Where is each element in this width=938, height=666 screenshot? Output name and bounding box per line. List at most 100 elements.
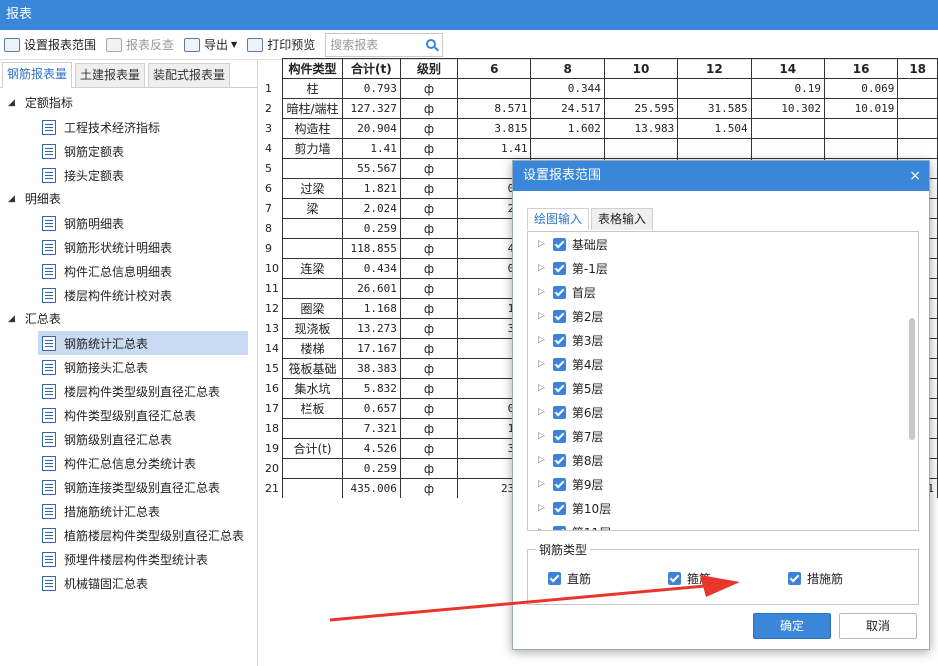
checkbox-checked-icon[interactable]	[552, 357, 566, 371]
table-cell[interactable]: ф	[399, 218, 459, 239]
column-header[interactable]: 18	[897, 58, 938, 79]
tree-item[interactable]: 钢筋接头汇总表	[0, 355, 257, 379]
table-cell[interactable]: 24.517	[530, 98, 605, 119]
tree-item[interactable]: 楼层构件统计校对表	[0, 283, 257, 307]
table-cell[interactable]: 合计(t)	[282, 438, 343, 459]
table-cell[interactable]	[282, 418, 343, 439]
table-cell[interactable]: 1.168	[341, 298, 401, 319]
table-cell[interactable]: 435.006	[341, 478, 401, 498]
checkbox-checked-icon[interactable]	[552, 501, 566, 515]
column-header[interactable]: 合计(t)	[341, 58, 401, 79]
tree-item[interactable]: 预埋件楼层构件类型统计表	[0, 547, 257, 571]
table-cell[interactable]: ф	[399, 338, 459, 359]
table-cell[interactable]: 25.595	[603, 98, 679, 119]
tree-item[interactable]: 接头定额表	[0, 163, 257, 187]
table-cell[interactable]	[750, 118, 825, 139]
print-preview-button[interactable]: 打印预览	[247, 33, 315, 57]
expand-arrow-icon[interactable]: ▷	[538, 383, 545, 393]
table-cell[interactable]	[897, 118, 938, 139]
table-cell[interactable]: 3.815	[457, 118, 532, 139]
straight-rebar-checkbox[interactable]: 直筋	[548, 570, 591, 587]
tree-item[interactable]: 工程技术经济指标	[0, 115, 257, 139]
table-cell[interactable]: ф	[399, 438, 459, 459]
table-cell[interactable]: ф	[399, 318, 459, 339]
checkbox-checked-icon[interactable]	[552, 333, 566, 347]
table-cell[interactable]: 柱	[282, 78, 343, 99]
table-cell[interactable]: 10.019	[823, 98, 899, 119]
floor-item[interactable]: ▷ 第10层	[528, 496, 918, 520]
column-header[interactable]: 构件类型	[282, 58, 343, 79]
tree-item[interactable]: 构件汇总信息分类统计表	[0, 451, 257, 475]
column-header[interactable]: 10	[603, 58, 679, 79]
stirrup-checkbox[interactable]: 箍筋	[668, 570, 711, 587]
tree-group[interactable]: ◢ 明细表	[0, 187, 257, 211]
checkbox-checked-icon[interactable]	[548, 572, 561, 585]
table-cell[interactable]	[603, 78, 679, 99]
table-cell[interactable]: 过梁	[282, 178, 343, 199]
tab-table-input[interactable]: 表格输入	[591, 208, 654, 230]
tree-item[interactable]: 构件类型级别直径汇总表	[0, 403, 257, 427]
checkbox-checked-icon[interactable]	[552, 525, 566, 530]
table-cell[interactable]: ф	[399, 378, 459, 399]
table-cell[interactable]: 圈梁	[282, 298, 343, 319]
expand-arrow-icon[interactable]: ▷	[538, 431, 545, 441]
checkbox-checked-icon[interactable]	[552, 285, 566, 299]
tree-item[interactable]: 钢筋级别直径汇总表	[0, 427, 257, 451]
tab-civil-report[interactable]: 土建报表量	[75, 63, 146, 87]
table-cell[interactable]: 5.832	[341, 378, 401, 399]
table-cell[interactable]	[282, 458, 343, 479]
table-cell[interactable]: 0.19	[750, 78, 825, 99]
table-cell[interactable]: 0.259	[341, 458, 401, 479]
search-icon[interactable]	[426, 38, 437, 49]
expand-arrow-icon[interactable]: ▷	[538, 359, 545, 369]
table-cell[interactable]: 剪力墙	[282, 138, 343, 159]
table-cell[interactable]: 1.504	[677, 118, 752, 139]
cancel-button[interactable]: 取消	[839, 613, 917, 639]
collapse-triangle-icon[interactable]: ◢	[8, 187, 15, 211]
expand-arrow-icon[interactable]: ▷	[538, 455, 545, 465]
table-cell[interactable]: 38.383	[341, 358, 401, 379]
measure-rebar-checkbox[interactable]: 措施筋	[788, 570, 843, 587]
tab-rebar-report[interactable]: 钢筋报表量	[2, 62, 73, 88]
table-cell[interactable]: 栏板	[282, 398, 343, 419]
table-cell[interactable]: ф	[399, 358, 459, 379]
tree-item[interactable]: 钢筋明细表	[0, 211, 257, 235]
checkbox-checked-icon[interactable]	[552, 477, 566, 491]
column-header[interactable]: 级别	[399, 58, 459, 79]
tree-item[interactable]: 钢筋定额表	[0, 139, 257, 163]
floor-item[interactable]: ▷ 第7层	[528, 424, 918, 448]
table-cell[interactable]: 楼梯	[282, 338, 343, 359]
table-cell[interactable]	[823, 118, 899, 139]
table-cell[interactable]: ф	[399, 458, 459, 479]
floor-item[interactable]: ▷ 第2层	[528, 304, 918, 328]
table-cell[interactable]: 2.024	[341, 198, 401, 219]
table-cell[interactable]: 4.526	[341, 438, 401, 459]
floor-item[interactable]: ▷ 第6层	[528, 400, 918, 424]
column-header[interactable]: 6	[457, 58, 532, 79]
table-cell[interactable]	[897, 138, 938, 159]
table-cell[interactable]: ф	[399, 158, 459, 179]
report-search-input[interactable]: 搜索报表	[325, 32, 444, 57]
table-cell[interactable]: 8.571	[457, 98, 532, 119]
expand-arrow-icon[interactable]: ▷	[538, 287, 545, 297]
expand-arrow-icon[interactable]: ▷	[538, 239, 545, 249]
table-cell[interactable]: ф	[399, 78, 459, 99]
table-cell[interactable]: 0.434	[341, 258, 401, 279]
column-header[interactable]: 12	[677, 58, 752, 79]
floor-item[interactable]: ▷ 第5层	[528, 376, 918, 400]
table-cell[interactable]: 20.904	[341, 118, 401, 139]
checkbox-checked-icon[interactable]	[552, 453, 566, 467]
expand-arrow-icon[interactable]: ▷	[538, 263, 545, 273]
table-cell[interactable]: 26.601	[341, 278, 401, 299]
table-cell[interactable]: 1.41	[341, 138, 401, 159]
tab-drawing-input[interactable]: 绘图输入	[527, 208, 590, 230]
checkbox-checked-icon[interactable]	[552, 405, 566, 419]
checkbox-checked-icon[interactable]	[552, 429, 566, 443]
dialog-title-bar[interactable]: 设置报表范围 ×	[513, 161, 929, 191]
table-cell[interactable]: ф	[399, 418, 459, 439]
table-cell[interactable]: 1.602	[530, 118, 605, 139]
table-cell[interactable]: 1.821	[341, 178, 401, 199]
table-cell[interactable]: 55.567	[341, 158, 401, 179]
floor-item[interactable]: ▷ 第3层	[528, 328, 918, 352]
floor-item[interactable]: ▷ 第4层	[528, 352, 918, 376]
